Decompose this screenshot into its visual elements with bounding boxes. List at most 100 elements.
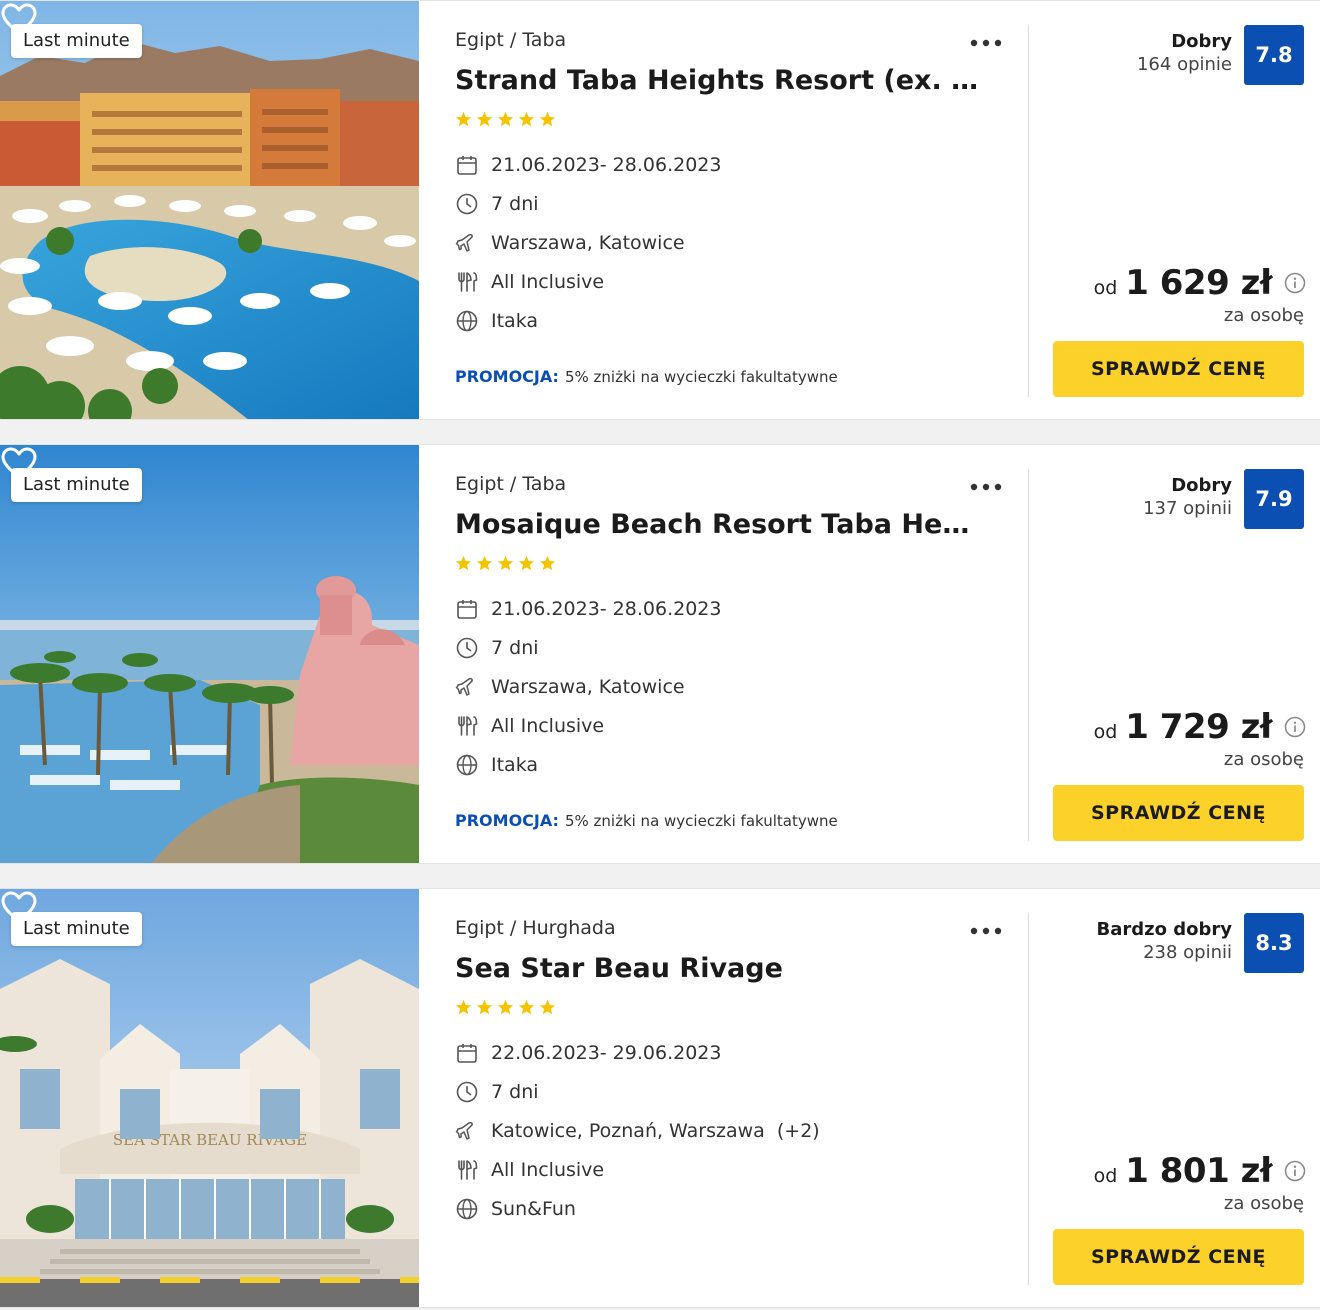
heart-outline-icon[interactable]	[0, 889, 38, 927]
duration-row: 7 dni	[455, 191, 539, 217]
star-icon	[455, 111, 472, 127]
hotel-photo[interactable]: Last minute	[0, 445, 419, 863]
operator-row: Itaka	[455, 752, 538, 778]
clock-icon	[456, 1081, 478, 1103]
operator-row: Itaka	[455, 308, 538, 334]
review-count: 137 opinii	[1143, 498, 1232, 519]
dates-row: 22.06.2023- 29.06.2023	[455, 1040, 721, 1066]
hotel-name[interactable]: Mosaique Beach Resort Taba Heights	[455, 509, 970, 540]
dates-row: 21.06.2023- 28.06.2023	[455, 596, 721, 622]
check-price-button[interactable]: SPRAWDŹ CENĘ	[1053, 1229, 1304, 1285]
location[interactable]: Egipt / Hurghada	[455, 917, 616, 939]
heart-outline-icon[interactable]	[0, 445, 38, 483]
price-amount: 1 801 zł	[1125, 1151, 1272, 1191]
calendar-icon	[457, 1044, 477, 1063]
promotion-text: 5% zniżki na wycieczki fakultatywne	[564, 368, 838, 386]
plane-icon	[455, 1121, 473, 1140]
star-icon	[497, 999, 514, 1015]
review-rating[interactable]: Dobry 164 opinie 7.8	[1137, 25, 1304, 85]
duration-row: 7 dni	[455, 635, 539, 661]
review-rating[interactable]: Bardzo dobry 238 opinii 8.3	[1097, 913, 1304, 973]
departure: Katowice, Poznań, Warszawa (+2)	[491, 1120, 820, 1142]
star-rating	[455, 555, 556, 575]
price: od 1 729 zł	[1094, 707, 1306, 747]
check-price-button[interactable]: SPRAWDŹ CENĘ	[1053, 341, 1304, 397]
country: Egipt	[455, 29, 504, 51]
promotion: PROMOCJA: 5% zniżki na wycieczki fakultat…	[455, 367, 838, 386]
departure-row: Warszawa, Katowice	[455, 674, 685, 700]
price-amount: 1 729 zł	[1125, 707, 1272, 747]
board-row: All Inclusive	[455, 713, 604, 739]
price-note: za osobę	[1223, 749, 1304, 770]
globe-icon	[456, 310, 478, 332]
price: od 1 801 zł	[1094, 1151, 1306, 1191]
duration: 7 dni	[491, 1081, 539, 1103]
hotel-photo[interactable]: SEA STAR BEAU RIVAGE Last minute	[0, 889, 419, 1307]
calendar-icon	[457, 600, 477, 619]
board: All Inclusive	[491, 715, 605, 737]
score-badge: 7.8	[1244, 25, 1304, 85]
duration-row: 7 dni	[455, 1079, 539, 1105]
promotion-label: PROMOCJA:	[455, 367, 559, 386]
score-badge: 7.9	[1244, 469, 1304, 529]
operator-row: Sun&Fun	[455, 1196, 576, 1222]
location[interactable]: Egipt / Taba	[455, 29, 566, 51]
review-rating[interactable]: Dobry 137 opinii 7.9	[1143, 469, 1304, 529]
price-prefix: od	[1093, 277, 1118, 299]
rating-label: Bardzo dobry	[1096, 919, 1232, 940]
clock-icon	[456, 193, 478, 215]
operator: Sun&Fun	[491, 1198, 576, 1220]
board-row: All Inclusive	[455, 269, 604, 295]
star-icon	[539, 111, 556, 127]
star-icon	[455, 999, 472, 1015]
info-icon[interactable]	[1284, 272, 1306, 294]
region: Taba	[522, 29, 567, 51]
check-price-button[interactable]: SPRAWDŹ CENĘ	[1053, 785, 1304, 841]
info-icon[interactable]	[1284, 1160, 1306, 1182]
divider	[1028, 25, 1029, 397]
hotel-facade-image: SEA STAR BEAU RIVAGE	[0, 889, 419, 1307]
offer-list: Last minute Egipt / Taba Strand Taba Hei…	[0, 0, 1320, 1310]
hotel-name[interactable]: Sea Star Beau Rivage	[455, 953, 980, 984]
board-row: All Inclusive	[455, 1157, 604, 1183]
heart-outline-icon[interactable]	[0, 1, 38, 39]
review-count: 164 opinie	[1136, 54, 1232, 75]
price-prefix: od	[1093, 1165, 1118, 1187]
hotel-name[interactable]: Strand Taba Heights Resort (ex. InterCon…	[455, 65, 980, 96]
rating-label: Dobry	[1171, 31, 1232, 52]
price-note: za osobę	[1223, 305, 1304, 326]
more-dots-icon[interactable]	[970, 927, 1002, 935]
star-icon	[539, 555, 556, 571]
more-dots-icon[interactable]	[970, 39, 1002, 47]
score-badge: 8.3	[1244, 913, 1304, 973]
board: All Inclusive	[491, 1159, 605, 1181]
departure-row[interactable]: Katowice, Poznań, Warszawa (+2)	[455, 1118, 820, 1144]
hotel-photo[interactable]: Last minute	[0, 1, 419, 419]
promotion-label: PROMOCJA:	[455, 811, 559, 830]
clock-icon	[456, 637, 478, 659]
country: Egipt	[455, 473, 504, 495]
star-icon	[476, 111, 493, 127]
offer-card[interactable]: Last minute Egipt / Taba Strand Taba Hei…	[0, 0, 1320, 420]
duration: 7 dni	[491, 637, 539, 659]
departure: Warszawa, Katowice	[491, 676, 685, 698]
info-icon[interactable]	[1284, 716, 1306, 738]
departure: Warszawa, Katowice	[491, 232, 685, 254]
region: Hurghada	[522, 917, 616, 939]
offer-info: Egipt / Hurghada Sea Star Beau Rivage 22…	[455, 889, 1015, 1307]
operator: Itaka	[491, 310, 539, 332]
calendar-icon	[457, 156, 477, 175]
globe-icon	[456, 754, 478, 776]
pool-resort-image	[0, 1, 419, 419]
dates: 21.06.2023- 28.06.2023	[491, 598, 722, 620]
offer-card[interactable]: SEA STAR BEAU RIVAGE Last minute Egipt /…	[0, 888, 1320, 1308]
price: od 1 629 zł	[1094, 263, 1306, 303]
divider	[1028, 913, 1029, 1285]
star-icon	[476, 999, 493, 1015]
more-dots-icon[interactable]	[970, 483, 1002, 491]
offer-card[interactable]: Last minute Egipt / Taba Mosaique Beach …	[0, 444, 1320, 864]
location[interactable]: Egipt / Taba	[455, 473, 566, 495]
star-icon	[455, 555, 472, 571]
star-icon	[518, 555, 535, 571]
duration: 7 dni	[491, 193, 539, 215]
